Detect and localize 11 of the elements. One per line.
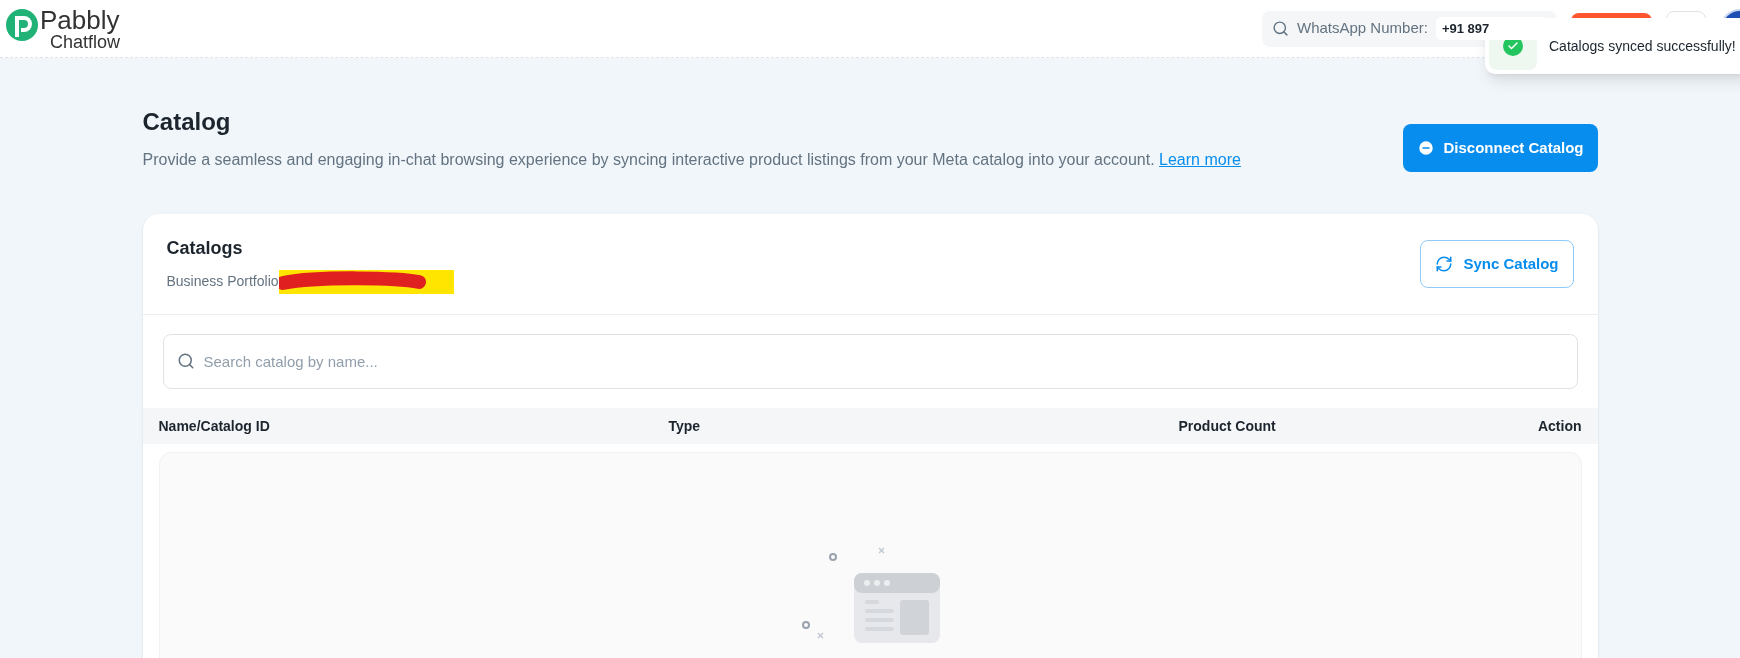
card-title: Catalogs: [166, 236, 244, 260]
card-subtitle: Business Portfolio: [166, 272, 279, 291]
logo-name: Pabbly: [40, 6, 121, 33]
column-header: Product Count: [1178, 416, 1277, 436]
column-header: Name/Catalog ID: [158, 416, 271, 436]
page-description: Provide a seamless and engaging in-chat browsing experience by syncing interactive product listings from your Meta catalog into your account. Learn more: [142, 150, 1241, 170]
page-title: Catalog: [142, 107, 232, 137]
whatsapp-label: WhatsApp Number:: [1297, 18, 1428, 39]
column-header: Type: [668, 416, 702, 436]
whatsapp-value: +91 897: [1435, 16, 1546, 41]
column-header: Action: [1536, 416, 1582, 436]
